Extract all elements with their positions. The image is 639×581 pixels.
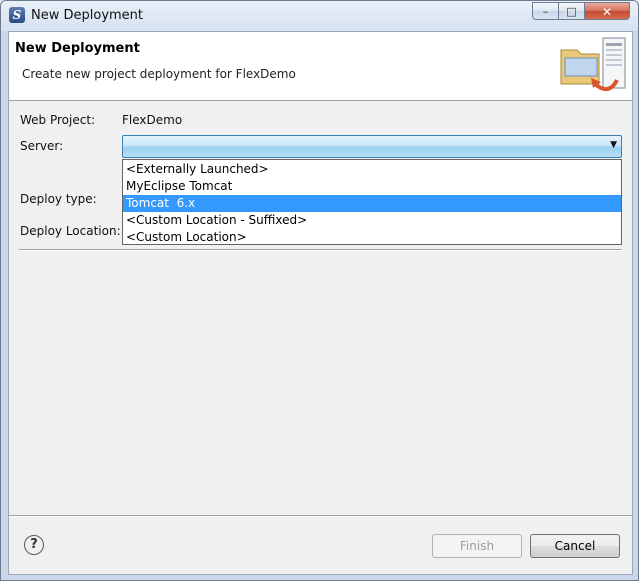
dropdown-item-tomcat-6x[interactable]: Tomcat 6.x xyxy=(123,195,621,212)
button-bar-separator xyxy=(9,515,632,517)
web-project-value: FlexDemo xyxy=(122,113,183,127)
server-dropdown-list[interactable]: <Externally Launched> MyEclipse Tomcat T… xyxy=(122,159,622,245)
title-bar[interactable]: S New Deployment – □ ✕ xyxy=(1,1,638,31)
wizard-header: New Deployment Create new project deploy… xyxy=(9,32,632,101)
web-project-label: Web Project: xyxy=(20,113,96,127)
minimize-button[interactable]: – xyxy=(532,2,559,20)
server-label: Server: xyxy=(20,139,64,153)
help-icon[interactable]: ? xyxy=(24,535,44,555)
page-description: Create new project deployment for FlexDe… xyxy=(22,67,296,81)
myeclipse-app-icon: S xyxy=(9,7,25,23)
dropdown-item-myeclipse-tomcat[interactable]: MyEclipse Tomcat xyxy=(123,178,621,195)
dropdown-item-custom-location[interactable]: <Custom Location> xyxy=(123,229,621,246)
dropdown-item-externally-launched[interactable]: <Externally Launched> xyxy=(123,161,621,178)
chevron-down-icon[interactable]: ▼ xyxy=(610,140,617,150)
dialog-client-area: New Deployment Create new project deploy… xyxy=(8,31,633,575)
dialog-window: S New Deployment – □ ✕ New Deployment Cr… xyxy=(0,0,639,581)
form-separator xyxy=(19,249,622,251)
deployment-wizard-icon xyxy=(560,37,626,92)
window-title: New Deployment xyxy=(31,8,144,23)
cancel-button[interactable]: Cancel xyxy=(530,534,620,558)
deploy-location-label: Deploy Location: xyxy=(20,224,121,238)
dropdown-item-custom-location-suffixed[interactable]: <Custom Location - Suffixed> xyxy=(123,212,621,229)
page-title: New Deployment xyxy=(15,41,140,56)
server-combo[interactable]: ▼ xyxy=(122,135,622,158)
deploy-type-label: Deploy type: xyxy=(20,192,97,206)
maximize-button[interactable]: □ xyxy=(558,2,585,20)
finish-button[interactable]: Finish xyxy=(432,534,522,558)
close-button[interactable]: ✕ xyxy=(584,2,630,20)
